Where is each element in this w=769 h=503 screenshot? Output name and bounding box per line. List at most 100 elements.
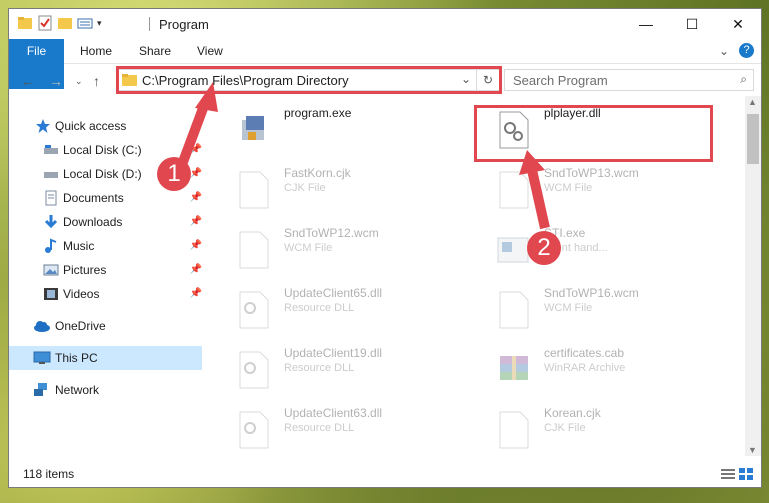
- search-icon: ⌕: [740, 72, 747, 86]
- properties-icon[interactable]: [37, 15, 53, 31]
- file-highlight: [474, 105, 713, 162]
- file-type: Resource DLL: [284, 302, 355, 314]
- file-name: certificates.cab: [544, 346, 625, 360]
- customize-icon[interactable]: [77, 15, 93, 31]
- file-name: FastKorn.cjk: [284, 166, 351, 180]
- file-item[interactable]: Korean.cjk CJK File: [474, 404, 714, 454]
- nav-label: OneDrive: [55, 319, 106, 333]
- file-name: UpdateClient63.dll: [284, 406, 383, 420]
- new-folder-icon[interactable]: [57, 15, 73, 31]
- nav-label: Quick access: [55, 119, 127, 133]
- drive-icon: [43, 142, 59, 158]
- file-type: Resource DLL: [284, 362, 355, 374]
- nav-label: Pictures: [63, 263, 107, 277]
- nav-label: Downloads: [63, 215, 123, 229]
- ribbon-tabs: File Home Share View ⌄ ?: [9, 39, 761, 89]
- scroll-down-icon[interactable]: ▼: [748, 445, 757, 455]
- step-1-badge: 1: [157, 157, 191, 191]
- file-icon: [496, 290, 532, 330]
- close-button[interactable]: ✕: [715, 9, 761, 39]
- dll-icon: [236, 350, 272, 390]
- forward-arrow-icon[interactable]: →: [49, 73, 63, 89]
- nav-item-music[interactable]: Music 📌: [9, 234, 202, 258]
- file-name: Korean.cjk: [544, 406, 601, 420]
- documents-icon: [43, 190, 59, 206]
- file-type: CJK File: [544, 422, 586, 434]
- title-bar: ▾ Program — ☐ ✕: [9, 9, 761, 39]
- dropdown-arrow-icon[interactable]: ▾: [97, 18, 102, 29]
- help-button[interactable]: ?: [739, 43, 754, 58]
- large-icons-view-icon[interactable]: [739, 468, 753, 483]
- pin-icon: 📌: [189, 216, 202, 227]
- nav-label: Local Disk (C:): [63, 143, 142, 157]
- file-item[interactable]: FastKorn.cjk CJK File: [214, 164, 454, 214]
- network-icon: [33, 382, 49, 398]
- dll-icon: [236, 290, 272, 330]
- pin-icon: 📌: [189, 144, 202, 155]
- file-item[interactable]: SndToWP13.wcm WCM File: [474, 164, 714, 214]
- file-name: SndToWP13.wcm: [544, 166, 639, 180]
- pin-icon: 📌: [189, 168, 202, 179]
- pin-icon: 📌: [189, 288, 202, 299]
- folder-icon[interactable]: [17, 15, 33, 31]
- search-box[interactable]: Search Program ⌕: [504, 69, 754, 91]
- nav-item-quick-access[interactable]: Quick access: [9, 114, 202, 138]
- cloud-icon: [33, 318, 50, 334]
- tab-share[interactable]: Share: [139, 39, 171, 63]
- file-icon: [236, 170, 272, 210]
- tab-home[interactable]: Home: [80, 39, 112, 63]
- separator: [149, 17, 150, 31]
- nav-item-videos[interactable]: Videos 📌: [9, 282, 202, 306]
- nav-item-onedrive[interactable]: OneDrive: [9, 314, 202, 338]
- explorer-window: ▾ Program — ☐ ✕ File Home Share View ⌄ ?…: [8, 8, 762, 488]
- nav-item-pictures[interactable]: Pictures 📌: [9, 258, 202, 282]
- file-item[interactable]: UpdateClient63.dll Resource DLL: [214, 404, 454, 454]
- file-item[interactable]: UpdateClient19.dll Resource DLL: [214, 344, 454, 394]
- file-type: Resource DLL: [284, 422, 355, 434]
- dll-icon: [236, 410, 272, 450]
- file-item[interactable]: certificates.cab WinRAR Archive: [474, 344, 714, 394]
- quick-access-toolbar: ▾: [17, 15, 102, 31]
- address-row: ← → ⌄ ↑ C:\Program Files\Program Directo…: [9, 64, 761, 96]
- file-name: SndToWP16.wcm: [544, 286, 639, 300]
- tab-view[interactable]: View: [197, 39, 223, 63]
- file-type: WCM File: [284, 242, 333, 254]
- item-count: 118 items: [23, 467, 75, 481]
- step-2-badge: 2: [527, 231, 561, 265]
- file-item[interactable]: program.exe: [214, 104, 454, 154]
- file-type: WCM File: [544, 302, 593, 314]
- maximize-button[interactable]: ☐: [669, 9, 715, 39]
- file-item[interactable]: UpdateClient65.dll Resource DLL: [214, 284, 454, 334]
- file-name: program.exe: [284, 106, 352, 120]
- nav-item-network[interactable]: Network: [9, 378, 202, 402]
- window-title: Program: [159, 17, 209, 32]
- file-item[interactable]: STI.exe event hand...: [474, 224, 714, 274]
- search-input[interactable]: Search Program: [513, 73, 608, 88]
- nav-label: Network: [55, 383, 100, 397]
- scrollbar-thumb[interactable]: [747, 114, 759, 164]
- star-icon: [35, 118, 51, 134]
- scroll-up-icon[interactable]: ▲: [748, 97, 757, 107]
- file-icon: [496, 170, 532, 210]
- nav-label: This PC: [55, 351, 98, 365]
- videos-icon: [43, 286, 59, 302]
- details-view-icon[interactable]: [721, 468, 735, 483]
- file-item[interactable]: SndToWP12.wcm WCM File: [214, 224, 454, 274]
- recent-locations-icon[interactable]: ⌄: [75, 76, 83, 87]
- nav-label: Videos: [63, 287, 100, 301]
- address-highlight: [116, 66, 502, 94]
- file-item[interactable]: SndToWP16.wcm WCM File: [474, 284, 714, 334]
- back-arrow-icon[interactable]: ←: [21, 73, 35, 89]
- minimize-button[interactable]: —: [623, 9, 669, 39]
- nav-item-downloads[interactable]: Downloads 📌: [9, 210, 202, 234]
- file-type: CJK File: [284, 182, 326, 194]
- up-arrow-icon[interactable]: ↑: [93, 73, 100, 89]
- window-controls: — ☐ ✕: [623, 9, 761, 39]
- ribbon-collapse-button[interactable]: ⌄: [719, 39, 729, 63]
- vertical-scrollbar[interactable]: ▲ ▼: [745, 96, 761, 456]
- status-bar: 118 items: [9, 463, 761, 487]
- nav-item-this-pc[interactable]: This PC: [9, 346, 202, 370]
- archive-icon: [496, 350, 532, 390]
- pc-icon: [33, 350, 51, 366]
- drive-icon: [43, 166, 59, 182]
